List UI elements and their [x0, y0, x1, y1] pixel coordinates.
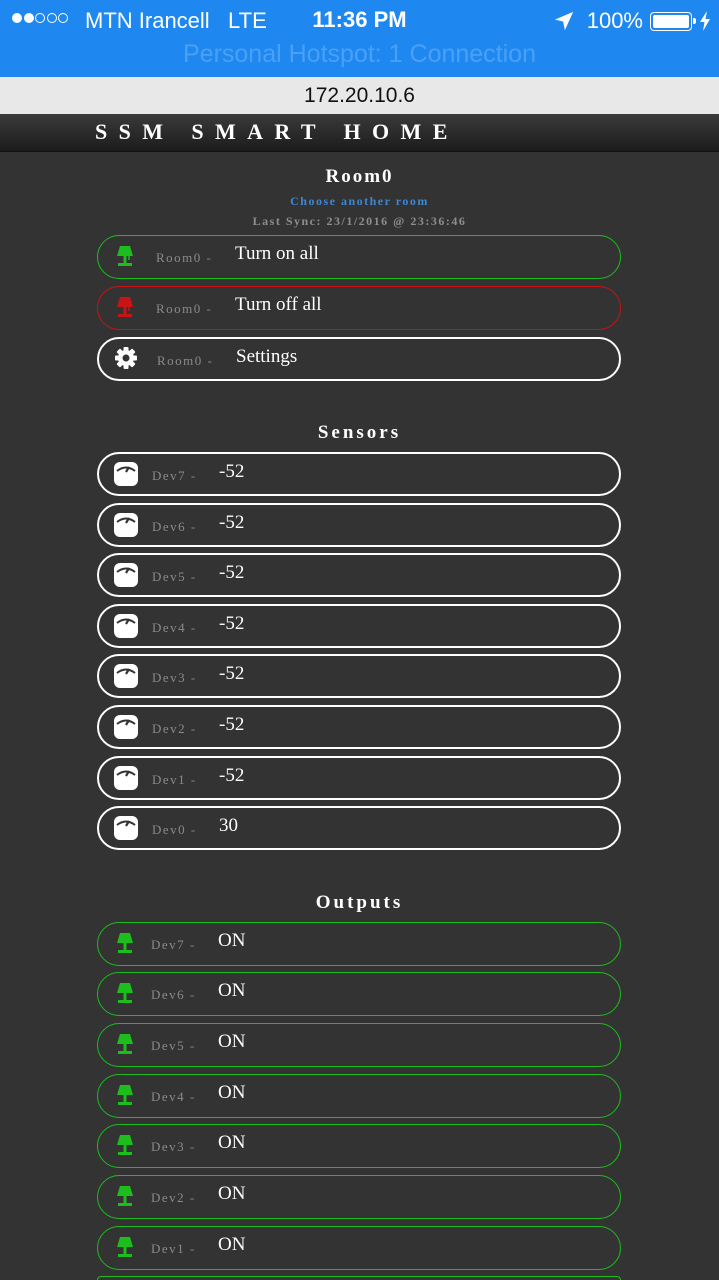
device-label: Dev3 -: [152, 670, 197, 685]
turn-off-all-label: Turn off all: [235, 294, 322, 315]
device-label: Dev1 -: [151, 1241, 196, 1256]
sensor-row-dev3[interactable]: Dev3 - -52: [97, 654, 621, 698]
output-row-dev5[interactable]: Dev5 - ON: [97, 1023, 621, 1067]
turn-off-all-button[interactable]: Room0 - Turn off all: [97, 286, 621, 330]
last-sync-text: Last Sync: 23/1/2016 @ 23:36:46: [252, 214, 467, 228]
room-device-label: Room0 -: [157, 353, 214, 368]
sensor-icon: [114, 462, 138, 486]
output-row-dev3[interactable]: Dev3 - ON: [97, 1124, 621, 1168]
lamp-icon: [117, 1186, 133, 1206]
output-row-dev7[interactable]: Dev7 - ON: [97, 922, 621, 966]
lamp-icon: [117, 1085, 133, 1105]
location-arrow-icon: [554, 11, 573, 31]
room-title: Room0: [325, 166, 394, 187]
lamp-icon: [117, 933, 133, 953]
lamp-icon: [117, 1237, 133, 1257]
device-label: Dev6 -: [152, 519, 197, 534]
device-label: Dev5 -: [152, 569, 197, 584]
app-header: SSM SMART HOME: [0, 114, 719, 152]
room-device-label: Room0 -: [156, 301, 213, 316]
sensor-row-dev1[interactable]: Dev1 - -52: [97, 756, 621, 800]
device-label: Dev4 -: [152, 620, 197, 635]
lamp-icon: [117, 983, 133, 1003]
sensor-icon: [114, 614, 138, 638]
lamp-icon: [117, 297, 133, 317]
sensors-heading: Sensors: [317, 422, 402, 443]
app-title: SSM SMART HOME: [95, 119, 459, 144]
output-row-partial[interactable]: [97, 1276, 621, 1280]
device-label: Dev4 -: [151, 1089, 196, 1104]
sensor-row-dev4[interactable]: Dev4 - -52: [97, 604, 621, 648]
settings-label: Settings: [236, 346, 298, 367]
sensor-value: -52: [219, 461, 245, 482]
outputs-heading: Outputs: [315, 892, 404, 913]
device-label: Dev6 -: [151, 987, 196, 1002]
gear-icon: [115, 347, 137, 369]
output-state: ON: [218, 1082, 246, 1103]
device-label: Dev7 -: [152, 468, 197, 483]
device-label: Dev1 -: [152, 772, 197, 787]
output-row-dev1[interactable]: Dev1 - ON: [97, 1226, 621, 1270]
output-state: ON: [218, 980, 246, 1001]
output-state: ON: [218, 1234, 246, 1255]
settings-button[interactable]: Room0 - Settings: [97, 337, 621, 381]
device-label: Dev2 -: [152, 721, 197, 736]
output-row-dev6[interactable]: Dev6 - ON: [97, 972, 621, 1016]
sensor-icon: [114, 664, 138, 688]
output-state: ON: [218, 930, 246, 951]
sensor-value: -52: [219, 765, 245, 786]
lamp-icon: [117, 1135, 133, 1155]
choose-room-link[interactable]: Choose another room: [0, 194, 719, 209]
sensor-row-dev6[interactable]: Dev6 - -52: [97, 503, 621, 547]
sensor-icon: [114, 766, 138, 790]
sensor-icon: [114, 513, 138, 537]
sensor-value: -52: [219, 562, 245, 583]
charging-bolt-icon: [700, 11, 710, 31]
sensor-row-dev7[interactable]: Dev7 - -52: [97, 452, 621, 496]
url-bar[interactable]: 172.20.10.6: [0, 77, 719, 114]
device-label: Dev2 -: [151, 1190, 196, 1205]
url-text: 172.20.10.6: [304, 83, 415, 107]
output-state: ON: [218, 1132, 246, 1153]
lamp-icon: [117, 1034, 133, 1054]
device-label: Dev7 -: [151, 937, 196, 952]
sensor-icon: [114, 563, 138, 587]
output-state: ON: [218, 1031, 246, 1052]
device-label: Dev3 -: [151, 1139, 196, 1154]
sensor-icon: [114, 816, 138, 840]
device-label: Dev0 -: [152, 822, 197, 837]
battery-percent: 100%: [586, 8, 643, 33]
output-row-dev4[interactable]: Dev4 - ON: [97, 1074, 621, 1118]
room-device-label: Room0 -: [156, 250, 213, 265]
sensor-value: -52: [219, 714, 245, 735]
battery-icon: [650, 11, 696, 31]
sensor-row-dev0[interactable]: Dev0 - 30: [97, 806, 621, 850]
turn-on-all-button[interactable]: Room0 - Turn on all: [97, 235, 621, 279]
output-state: ON: [218, 1183, 246, 1204]
hotspot-banner[interactable]: Personal Hotspot: 1 Connection: [0, 40, 719, 69]
output-row-dev2[interactable]: Dev2 - ON: [97, 1175, 621, 1219]
sensor-value: -52: [219, 663, 245, 684]
sensor-value: -52: [219, 512, 245, 533]
sensor-icon: [114, 715, 138, 739]
sensor-value: 30: [219, 815, 238, 836]
turn-on-all-label: Turn on all: [235, 243, 319, 264]
lamp-icon: [117, 246, 133, 266]
device-label: Dev5 -: [151, 1038, 196, 1053]
sensor-row-dev5[interactable]: Dev5 - -52: [97, 553, 621, 597]
sensor-value: -52: [219, 613, 245, 634]
status-bar: MTN Irancell LTE 11:36 PM 100% Personal …: [0, 0, 719, 77]
sensor-row-dev2[interactable]: Dev2 - -52: [97, 705, 621, 749]
